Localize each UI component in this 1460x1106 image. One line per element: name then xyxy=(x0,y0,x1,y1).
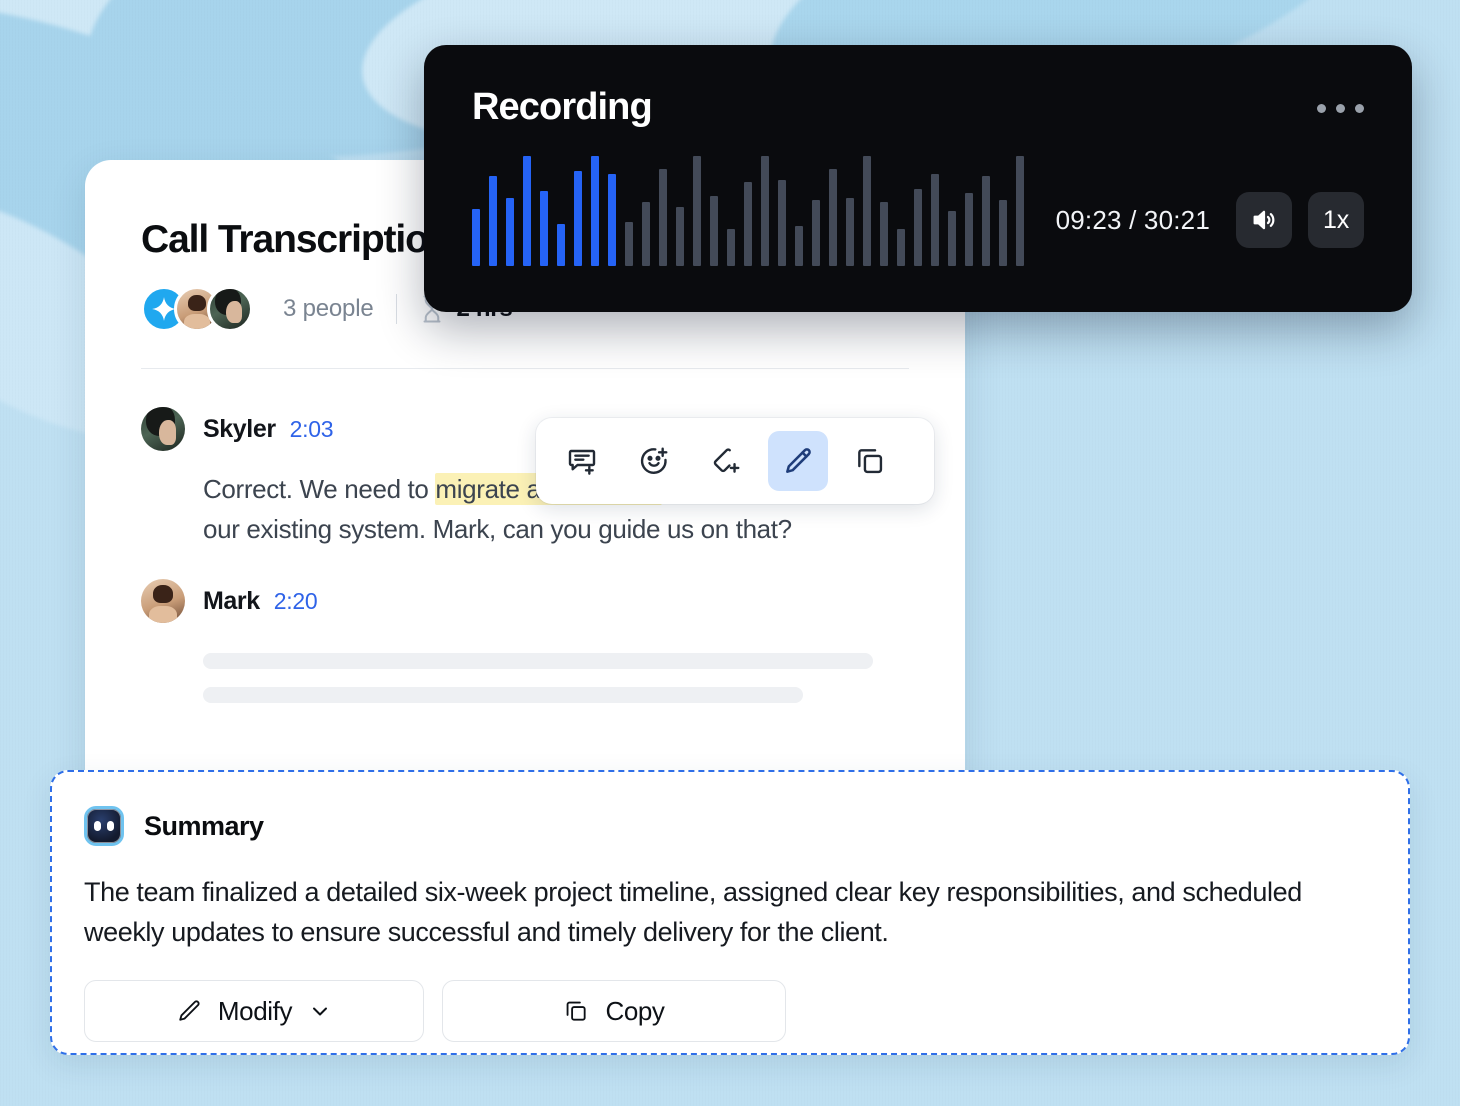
waveform-bar xyxy=(591,156,599,266)
meta-divider xyxy=(395,294,397,324)
waveform-bar xyxy=(506,197,514,266)
summary-actions: Modify Copy xyxy=(84,980,1376,1042)
more-options-icon xyxy=(1317,104,1326,113)
waveform-bar xyxy=(659,169,667,266)
waveform-bar xyxy=(863,156,871,266)
volume-button[interactable] xyxy=(1236,192,1292,248)
message-action-toolbar xyxy=(536,418,934,504)
waveform-bar xyxy=(540,191,548,266)
waveform-bar xyxy=(472,208,480,266)
summary-title: Summary xyxy=(144,810,264,841)
waveform-bar xyxy=(625,222,633,266)
add-reaction-button[interactable] xyxy=(624,431,684,491)
waveform-bar xyxy=(1016,156,1024,266)
waveform-bar xyxy=(642,202,650,266)
bot-eye-right xyxy=(107,821,114,831)
playback-speed-button[interactable]: 1x xyxy=(1308,192,1364,248)
ai-bot-icon xyxy=(84,806,124,846)
speaker-icon xyxy=(1253,210,1275,230)
waveform-bar xyxy=(999,200,1007,266)
playback-speed-label: 1x xyxy=(1322,205,1349,234)
message-header: Mark 2:20 xyxy=(141,579,909,623)
waveform-bar xyxy=(557,224,565,266)
recording-controls: 09:23 / 30:21 1x xyxy=(1056,192,1364,266)
waveform-bar xyxy=(897,228,905,266)
summary-header: Summary xyxy=(84,806,1376,846)
message-timestamp[interactable]: 2:20 xyxy=(274,588,318,615)
copy-button[interactable] xyxy=(840,431,900,491)
pen-icon xyxy=(179,1000,200,1021)
speaker-name: Mark xyxy=(203,586,260,615)
edit-button[interactable] xyxy=(768,431,828,491)
copy-button-label: Copy xyxy=(605,995,665,1026)
copy-icon xyxy=(567,1001,587,1021)
recording-body: 09:23 / 30:21 1x xyxy=(424,148,1412,266)
speaker-name: Skyler xyxy=(203,414,276,443)
waveform-bar xyxy=(846,197,854,266)
copy-icon xyxy=(858,449,883,474)
avatar xyxy=(141,579,185,623)
message-text-before: Correct. We need to xyxy=(203,474,436,504)
app-root: Call Transcription 3 people 2 h xyxy=(0,0,1460,1106)
waveform-bar xyxy=(829,169,837,266)
avatar xyxy=(141,407,185,451)
add-comment-icon xyxy=(568,449,596,475)
waveform-bar xyxy=(778,180,786,266)
waveform-bar xyxy=(948,211,956,266)
waveform-bar xyxy=(931,173,939,266)
transcript-message: Mark 2:20 xyxy=(141,579,909,703)
playback-time: 09:23 / 30:21 xyxy=(1055,204,1210,235)
waveform-bar xyxy=(608,173,616,266)
waveform-bar xyxy=(880,202,888,266)
waveform-bar xyxy=(965,193,973,266)
bot-eye-left xyxy=(94,821,101,831)
message-timestamp[interactable]: 2:03 xyxy=(290,416,334,443)
waveform-bar xyxy=(727,228,735,266)
loading-placeholder xyxy=(203,687,803,703)
waveform-bar xyxy=(744,182,752,266)
people-count-label: 3 people xyxy=(283,295,374,322)
waveform-bar xyxy=(982,175,990,266)
summary-card: Summary The team finalized a detailed si… xyxy=(50,770,1410,1055)
copy-button[interactable]: Copy xyxy=(442,980,786,1042)
waveform-bar xyxy=(693,156,701,266)
more-options-icon xyxy=(1336,104,1345,113)
waveform-bar xyxy=(489,175,497,266)
chevron-down-icon xyxy=(313,1007,328,1016)
waveform-bar xyxy=(710,195,718,266)
audio-waveform[interactable] xyxy=(472,156,1033,266)
waveform-bar xyxy=(914,189,922,266)
more-options-button[interactable] xyxy=(1317,88,1364,113)
add-highlight-button[interactable] xyxy=(696,431,756,491)
edit-pen-icon xyxy=(786,448,811,473)
waveform-bar xyxy=(574,171,582,266)
participant-avatars[interactable] xyxy=(141,286,253,332)
loading-placeholder xyxy=(203,653,873,669)
waveform-bar xyxy=(761,156,769,266)
skyler-avatar[interactable] xyxy=(207,286,253,332)
add-highlight-icon xyxy=(713,448,740,473)
waveform-bar xyxy=(523,156,531,266)
more-options-icon xyxy=(1355,104,1364,113)
waveform-bar xyxy=(795,226,803,266)
modify-button-label: Modify xyxy=(217,995,293,1026)
waveform-bar xyxy=(812,200,820,266)
waveform-bar xyxy=(676,206,684,266)
recording-header: Recording xyxy=(424,45,1412,126)
recording-panel: Recording 09:23 / 30:21 1x xyxy=(424,45,1412,312)
modify-button[interactable]: Modify xyxy=(84,980,424,1042)
section-divider xyxy=(141,368,909,369)
add-reaction-icon xyxy=(640,447,668,474)
add-comment-button[interactable] xyxy=(552,431,612,491)
recording-title: Recording xyxy=(472,86,653,128)
summary-text: The team finalized a detailed six-week p… xyxy=(84,877,1302,947)
